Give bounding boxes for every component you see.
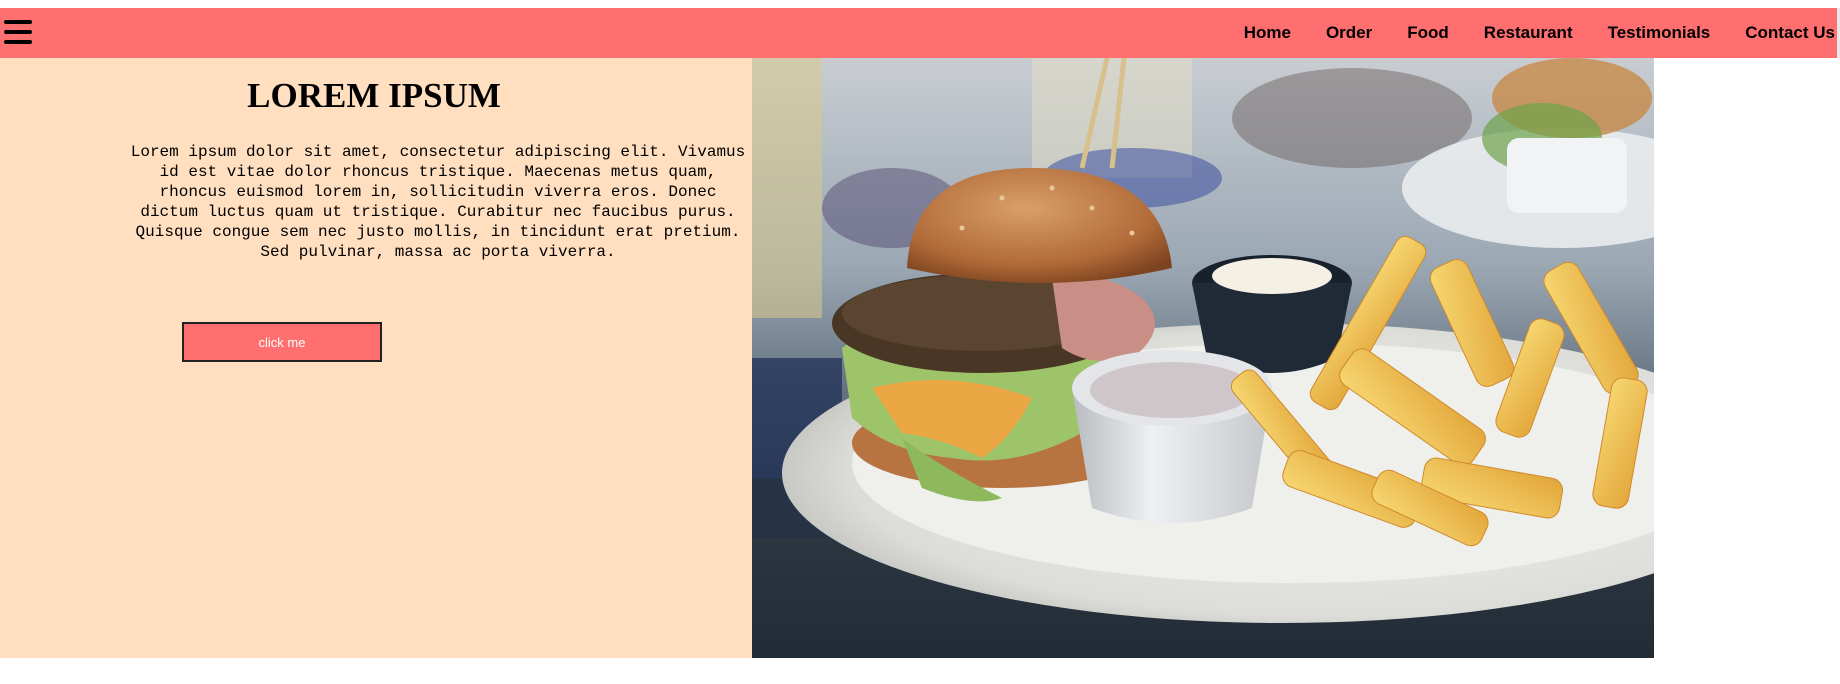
click-me-button[interactable]: click me [182,322,382,362]
hero-text-line: Quisque congue sem nec justo mollis, in … [135,223,741,241]
nav-link-food[interactable]: Food [1407,23,1449,43]
hero-text-line: rhoncus euismod lorem in, sollicitudin v… [159,183,717,201]
hero-text-line: id est vitae dolor rhoncus tristique. Ma… [159,163,717,181]
burger-and-fries-photo [752,58,1654,658]
nav-link-order[interactable]: Order [1326,23,1372,43]
top-gap [0,0,1840,8]
nav-link-home[interactable]: Home [1244,23,1291,43]
hero-section: LOREM IPSUM Lorem ipsum dolor sit amet, … [0,58,752,658]
hero-text-line: Sed pulvinar, massa ac porta viverra. [260,243,616,261]
hero-text-line: Lorem ipsum dolor sit amet, consectetur … [130,143,746,161]
hero-description: Lorem ipsum dolor sit amet, consectetur … [128,142,748,262]
navbar: Home Order Food Restaurant Testimonials … [0,8,1840,58]
nav-links: Home Order Food Restaurant Testimonials … [1209,8,1837,58]
nav-link-testimonials[interactable]: Testimonials [1608,23,1711,43]
nav-link-contact-us[interactable]: Contact Us [1745,23,1835,43]
hero-text-line: dictum luctus quam ut tristique. Curabit… [140,203,736,221]
nav-link-restaurant[interactable]: Restaurant [1484,23,1573,43]
hamburger-menu-icon[interactable] [4,18,32,46]
hero-title: LOREM IPSUM [247,76,501,115]
